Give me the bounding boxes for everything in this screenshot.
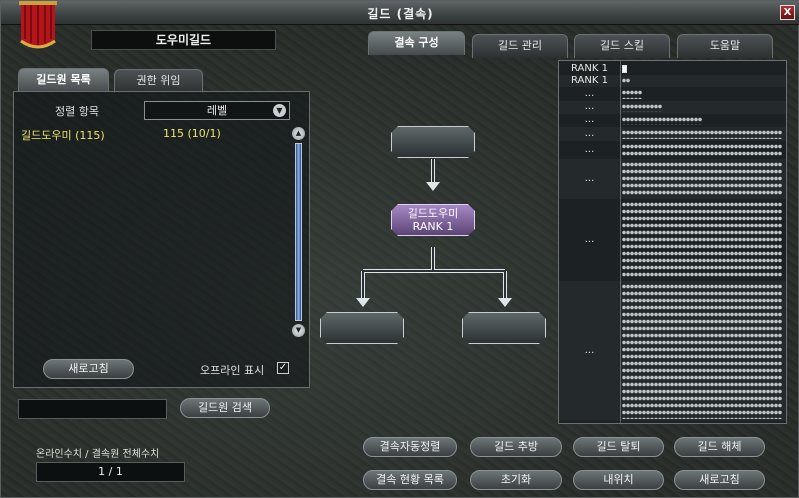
guild-banner-icon	[19, 1, 57, 49]
rank-row-dots	[622, 65, 627, 73]
scroll-thumb[interactable]	[295, 143, 302, 321]
rank-row-dots	[622, 283, 782, 419]
window-title: 길드 (결속)	[367, 7, 434, 21]
tab-delegate-authority[interactable]: 권한 위임	[114, 69, 203, 93]
rank-row: ...	[559, 281, 786, 421]
tree-node-parent[interactable]	[391, 126, 475, 158]
rank-row: ...	[559, 101, 786, 114]
expel-member-button[interactable]: 길드 추방	[470, 437, 562, 457]
rank-row: ...	[559, 199, 786, 281]
rank-row-dots	[622, 161, 782, 197]
tab-guild-management[interactable]: 길드 관리	[472, 34, 568, 58]
tree-node-self-rank: RANK 1	[412, 220, 454, 233]
disband-guild-button[interactable]: 길드 해체	[674, 437, 765, 457]
rank-overview-panel: RANK 1 RANK 1........................	[558, 60, 787, 424]
offline-show-checkbox[interactable]: ✓	[277, 362, 289, 374]
rank-row-dots	[622, 103, 662, 112]
sort-dropdown[interactable]: 레벨 ▼	[144, 101, 290, 120]
member-row[interactable]: 길드도우미 (115) 115 (10/1)	[21, 127, 281, 142]
rank-row-dots	[622, 143, 782, 157]
rank-row-label: ...	[584, 345, 595, 356]
leave-guild-button[interactable]: 길드 탈퇴	[573, 437, 664, 457]
rank-row: RANK 1	[559, 75, 786, 87]
rank-row: ...	[559, 159, 786, 199]
offline-show-label: 오프라인 표시	[200, 364, 265, 377]
rank-row-dots	[622, 89, 642, 99]
member-level: 115 (10/1)	[163, 127, 221, 140]
tab-help[interactable]: 도움말	[677, 34, 773, 58]
scroll-down-icon[interactable]: ▼	[292, 324, 305, 337]
sort-selected-value: 레벨	[206, 104, 228, 117]
rank-row-label: ...	[584, 128, 595, 139]
member-name: 길드도우미 (115)	[21, 129, 105, 142]
rank-row-label: ...	[584, 144, 595, 155]
rank-row-label: ...	[584, 88, 595, 99]
rank-row: RANK 1	[559, 63, 786, 75]
rank-row-label: RANK 1	[571, 63, 608, 74]
rank-row: ...	[559, 114, 786, 127]
rank-row: ...	[559, 141, 786, 159]
tree-node-self-name: 길드도우미	[407, 207, 459, 220]
title-bar[interactable]: 길드 (결속) X	[1, 1, 799, 25]
rank-row-label: ...	[584, 114, 595, 125]
bond-status-list-button[interactable]: 결속 현황 목록	[363, 470, 457, 490]
rank-row-dots	[622, 129, 782, 139]
my-position-button[interactable]: 내위치	[573, 470, 664, 490]
tab-member-list[interactable]: 길드원 목록	[18, 68, 109, 92]
rank-row-label: ...	[584, 234, 595, 245]
chevron-down-icon[interactable]: ▼	[273, 104, 286, 117]
rank-row-dots	[622, 201, 782, 279]
count-display: 1 / 1	[36, 462, 185, 482]
tab-guild-skill[interactable]: 길드 스킬	[574, 34, 670, 58]
rank-row: ...	[559, 127, 786, 141]
guild-name-display: 도우미길드	[91, 30, 276, 50]
sort-label: 정렬 항목	[55, 105, 99, 118]
member-search-input[interactable]	[18, 399, 167, 419]
rank-row-label: ...	[584, 173, 595, 184]
rank-row-label: RANK 1	[571, 75, 608, 86]
guild-window: 길드 (결속) X 도우미길드 결속 구성 길드 관리 길드 스킬 도움말 길드…	[0, 0, 799, 498]
member-list-scrollbar[interactable]: ▲ ▼	[292, 127, 305, 337]
rank-row-label: ...	[584, 101, 595, 112]
rank-row-dots	[622, 116, 702, 125]
refresh-list-button[interactable]: 새로고침	[43, 359, 134, 379]
rank-row: ...	[559, 87, 786, 101]
tab-bond-structure[interactable]: 결속 구성	[368, 31, 465, 55]
rank-row-dots	[622, 77, 630, 85]
refresh-tree-button[interactable]: 새로고침	[674, 470, 765, 490]
auto-sort-button[interactable]: 결속자동정렬	[363, 437, 457, 457]
tree-node-child-left[interactable]	[320, 312, 404, 344]
member-search-button[interactable]: 길드원 검색	[180, 398, 270, 418]
reset-button[interactable]: 초기화	[470, 470, 562, 490]
close-button[interactable]: X	[780, 5, 795, 20]
scroll-up-icon[interactable]: ▲	[292, 127, 305, 140]
tree-node-child-right[interactable]	[462, 312, 546, 344]
count-label: 온라인수치 / 결속원 전체수치	[36, 449, 160, 460]
tree-node-self[interactable]: 길드도우미 RANK 1	[391, 204, 475, 236]
